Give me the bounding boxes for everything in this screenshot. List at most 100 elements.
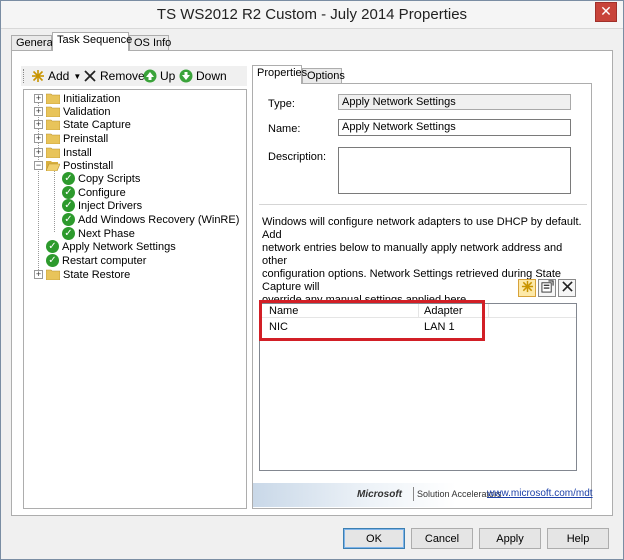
tree-item-install[interactable]: + Install (34, 146, 92, 159)
properties-icon (540, 280, 554, 296)
add-label: Add (48, 69, 70, 83)
window-title: TS WS2012 R2 Custom - July 2014 Properti… (156, 6, 468, 23)
task-sequence-tree: + Initialization + Validation + State Ca… (23, 89, 247, 509)
expand-icon[interactable]: + (34, 134, 43, 143)
expand-icon[interactable]: + (34, 94, 43, 103)
remove-x-icon (83, 69, 97, 83)
type-field: Apply Network Settings (338, 94, 571, 110)
tree-item-preinstall[interactable]: + Preinstall (34, 132, 108, 145)
folder-icon (45, 119, 61, 131)
remove-button[interactable]: Remove (83, 68, 145, 84)
tree-item-postinstall[interactable]: − Postinstall (34, 159, 113, 172)
expand-icon[interactable]: + (34, 270, 43, 279)
task-sequence-toolbar: Add ▼ Remove Up Down (21, 66, 247, 86)
tree-item-apply-network-settings[interactable]: ✓ Apply Network Settings (46, 240, 176, 253)
tree-item-inject-drivers[interactable]: ✓ Inject Drivers (62, 199, 142, 212)
tree-item-next-phase[interactable]: ✓ Next Phase (62, 227, 135, 240)
mdt-banner: Microsoft Solution Accelerators www.micr… (253, 483, 593, 507)
tree-item-label: Preinstall (63, 132, 109, 145)
tree-item-configure[interactable]: ✓ Configure (62, 186, 126, 199)
tree-item-initialization[interactable]: + Initialization (34, 92, 120, 105)
tab-general[interactable]: General (11, 35, 55, 51)
folder-icon (45, 93, 61, 105)
expand-icon[interactable]: + (34, 148, 43, 157)
check-icon: ✓ (62, 172, 75, 185)
arrow-up-icon (143, 69, 157, 83)
info-line: Windows will configure network adapters … (262, 216, 582, 241)
name-label: Name: (268, 123, 301, 135)
type-label: Type: (268, 98, 295, 110)
check-icon: ✓ (62, 213, 75, 226)
add-sparkle-icon (31, 69, 45, 83)
remove-label: Remove (100, 69, 145, 83)
ok-button[interactable]: OK (343, 528, 405, 549)
tree-item-label: Install (63, 146, 92, 159)
tree-item-label: Initialization (63, 92, 121, 105)
list-header: Name Adapter (260, 304, 576, 318)
folder-icon (45, 133, 61, 145)
tab-options[interactable]: Options (302, 68, 345, 84)
edit-network-entry-button[interactable] (538, 279, 556, 297)
check-icon: ✓ (46, 240, 59, 253)
column-separator[interactable] (488, 304, 489, 318)
up-label: Up (160, 69, 176, 83)
check-icon: ✓ (62, 186, 75, 199)
tree-item-label: Next Phase (78, 227, 135, 240)
tab-os-info[interactable]: OS Info (129, 35, 171, 51)
close-button[interactable]: ✕ (595, 2, 617, 22)
tree-item-label: Add Windows Recovery (WinRE) (78, 213, 240, 226)
properties-dialog: TS WS2012 R2 Custom - July 2014 Properti… (0, 0, 624, 560)
tree-item-label: Configure (78, 186, 126, 199)
microsoft-logo: Microsoft (357, 489, 402, 500)
tree-item-label: State Restore (63, 268, 131, 281)
add-sparkle-icon (521, 280, 534, 296)
cell-name: NIC (269, 321, 288, 333)
check-icon: ✓ (62, 227, 75, 240)
tree-item-label: Postinstall (63, 159, 114, 172)
tree-item-validation[interactable]: + Validation (34, 105, 111, 118)
check-icon: ✓ (46, 254, 59, 267)
help-button[interactable]: Help (547, 528, 609, 549)
column-separator[interactable] (418, 304, 419, 318)
tree-item-label: Copy Scripts (78, 172, 141, 185)
expand-icon[interactable]: + (34, 120, 43, 129)
delete-network-entry-button[interactable] (558, 279, 576, 297)
separator (259, 204, 587, 205)
tree-item-label: Apply Network Settings (62, 240, 176, 253)
cell-adapter: LAN 1 (424, 321, 455, 333)
up-button[interactable]: Up (143, 68, 175, 84)
mdt-link[interactable]: www.microsoft.com/mdt (487, 488, 593, 499)
toolbar-grip (23, 69, 26, 83)
description-label: Description: (268, 151, 327, 163)
tree-item-add-winre[interactable]: ✓ Add Windows Recovery (WinRE) (62, 213, 239, 226)
tree-item-state-restore[interactable]: + State Restore (34, 268, 130, 281)
tab-properties[interactable]: Properties (252, 65, 307, 84)
add-button[interactable]: Add ▼ (31, 68, 81, 84)
tree-item-label: State Capture (63, 118, 131, 131)
new-network-entry-button[interactable] (518, 279, 536, 297)
column-adapter[interactable]: Adapter (424, 305, 463, 317)
name-input[interactable]: Apply Network Settings (338, 119, 571, 136)
cancel-button[interactable]: Cancel (411, 528, 473, 549)
tree-item-state-capture[interactable]: + State Capture (34, 118, 131, 131)
tree-item-copy-scripts[interactable]: ✓ Copy Scripts (62, 172, 140, 185)
collapse-icon[interactable]: − (34, 161, 43, 170)
column-name[interactable]: Name (269, 305, 298, 317)
arrow-down-icon (179, 69, 193, 83)
tree-item-restart-computer[interactable]: ✓ Restart computer (46, 254, 146, 267)
tree-item-label: Inject Drivers (78, 199, 143, 212)
description-textarea[interactable] (338, 147, 571, 194)
tree-item-label: Restart computer (62, 254, 147, 267)
chevron-down-icon: ▼ (73, 71, 82, 81)
expand-icon[interactable]: + (34, 107, 43, 116)
delete-x-icon (561, 281, 573, 295)
network-settings-list[interactable]: Name Adapter NIC LAN 1 (259, 303, 577, 471)
tab-task-sequence[interactable]: Task Sequence (52, 32, 132, 51)
banner-divider (413, 487, 414, 501)
down-button[interactable]: Down (179, 68, 227, 84)
table-row[interactable]: NIC LAN 1 (260, 321, 576, 335)
open-folder-icon (45, 160, 61, 172)
apply-button[interactable]: Apply (479, 528, 541, 549)
folder-icon (45, 106, 61, 118)
folder-icon (45, 269, 61, 281)
